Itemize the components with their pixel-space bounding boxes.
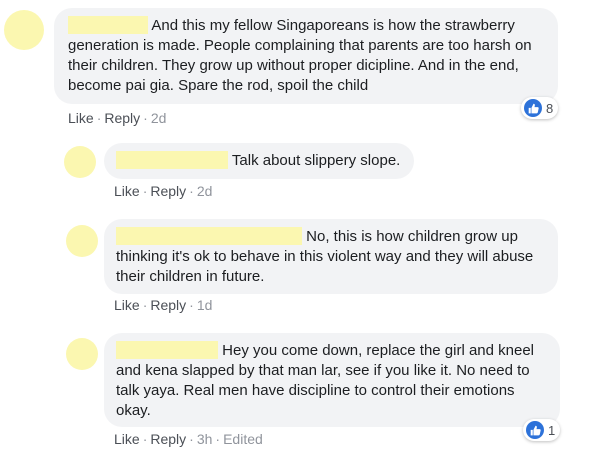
reply-link[interactable]: Reply (150, 183, 186, 199)
like-link[interactable]: Like (114, 183, 140, 199)
reply-bubble: Talk about slippery slope. (104, 143, 414, 179)
timestamp[interactable]: 2d (197, 183, 213, 199)
thumbs-up-icon (526, 421, 544, 439)
comment-actions: Like · Reply · 2d (68, 110, 167, 126)
reply-text-block: No, this is how children grow up thinkin… (116, 227, 546, 287)
like-link[interactable]: Like (68, 110, 94, 126)
reply-bubble: No, this is how children grow up thinkin… (104, 219, 558, 294)
like-link[interactable]: Like (114, 431, 140, 447)
timestamp[interactable]: 3h (197, 431, 213, 447)
reply-text: Talk about slippery slope. (231, 152, 401, 169)
reply-link[interactable]: Reply (150, 297, 186, 313)
reply-link[interactable]: Reply (150, 431, 186, 447)
timestamp[interactable]: 2d (151, 110, 167, 126)
reaction-count[interactable]: 8 (521, 97, 559, 119)
reply-text-block: Hey you come down, replace the girl and … (116, 341, 548, 421)
redacted-author-name[interactable] (68, 16, 148, 34)
redacted-author-name[interactable] (116, 227, 302, 245)
reply-actions: Like · Reply · 1d (114, 297, 213, 313)
reply-text-block: Talk about slippery slope. (116, 151, 402, 171)
avatar[interactable] (66, 338, 98, 370)
avatar[interactable] (66, 225, 98, 257)
reaction-count[interactable]: 1 (523, 419, 561, 441)
comment-bubble: And this my fellow Singaporeans is how t… (54, 8, 558, 104)
avatar[interactable] (64, 146, 96, 178)
redacted-author-name[interactable] (116, 341, 218, 359)
reply-link[interactable]: Reply (104, 110, 140, 126)
reaction-count-text: 1 (548, 422, 556, 438)
reply-bubble: Hey you come down, replace the girl and … (104, 333, 560, 427)
avatar[interactable] (4, 10, 44, 50)
thumbs-up-icon (524, 99, 542, 117)
reply-actions: Like · Reply · 3h · Edited (114, 431, 263, 447)
redacted-author-name[interactable] (116, 151, 228, 169)
timestamp[interactable]: 1d (197, 297, 213, 313)
like-link[interactable]: Like (114, 297, 140, 313)
reaction-count-text: 8 (546, 100, 554, 116)
comment-text-block: And this my fellow Singaporeans is how t… (68, 16, 544, 96)
reply-actions: Like · Reply · 2d (114, 183, 213, 199)
edited-label[interactable]: Edited (223, 431, 263, 447)
